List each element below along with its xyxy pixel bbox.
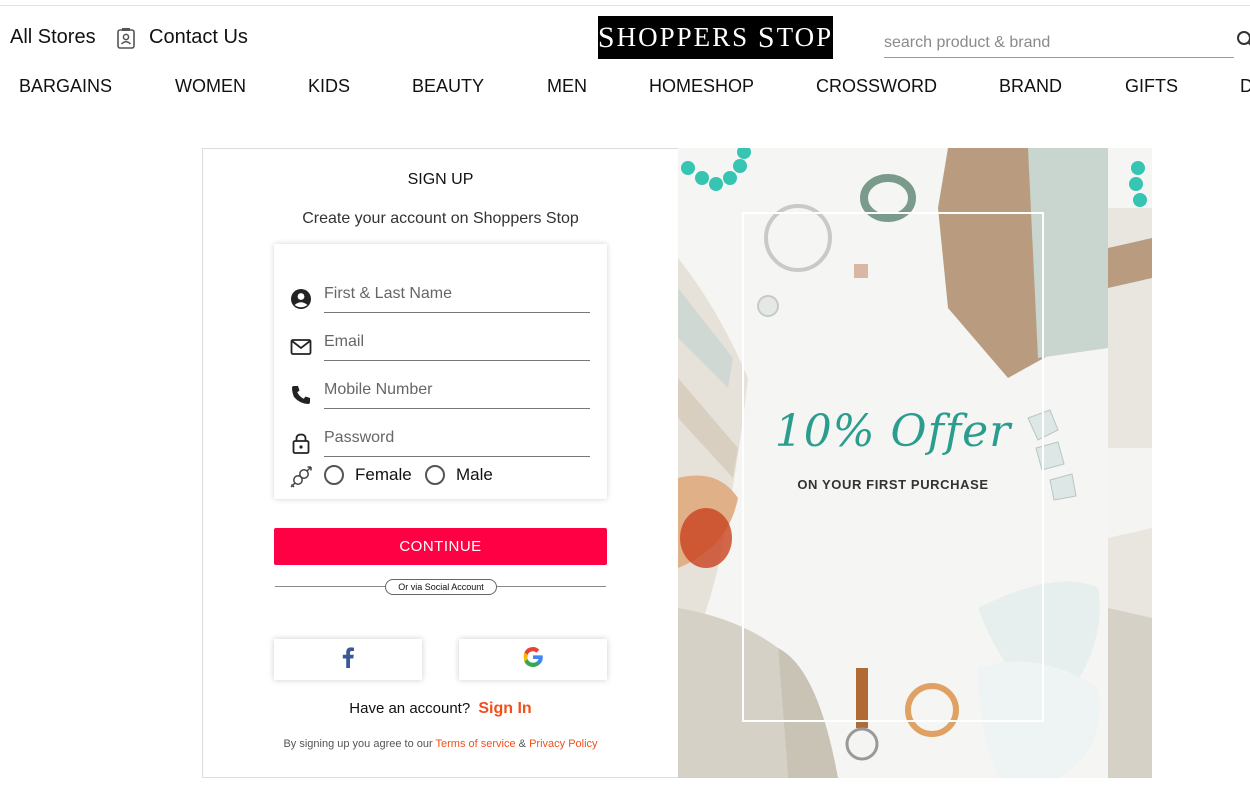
name-input[interactable] (324, 285, 586, 303)
email-field-row (290, 325, 590, 361)
password-underline (324, 421, 590, 457)
nav-item-bargains[interactable]: BARGAINS (19, 76, 112, 97)
nav-item-crossword[interactable]: CROSSWORD (816, 76, 937, 97)
terms-prefix: By signing up you agree to our (283, 738, 433, 750)
logo-word: TOP (776, 22, 834, 52)
facebook-icon (341, 646, 355, 673)
search-icon[interactable] (1236, 30, 1250, 48)
mail-icon (290, 336, 312, 358)
google-login-button[interactable] (459, 639, 607, 680)
terms-row: By signing up you agree to our Terms of … (203, 738, 678, 750)
facebook-login-button[interactable] (274, 639, 422, 680)
logo-letter: S (757, 20, 777, 54)
promo-banner: 10% Offer ON YOUR FIRST PURCHASE (678, 148, 1152, 778)
terms-of-service-link[interactable]: Terms of service (436, 738, 516, 750)
all-stores-label: All Stores (10, 26, 96, 48)
all-stores-link[interactable]: All Stores (10, 26, 96, 49)
nav-item-women[interactable]: WOMEN (175, 76, 246, 97)
sign-in-link[interactable]: Sign In (478, 700, 531, 717)
gender-male-label: Male (456, 465, 493, 484)
nav-item-men[interactable]: MEN (547, 76, 587, 97)
offer-title: 10% Offer (774, 406, 1012, 457)
continue-button[interactable]: CONTINUE (274, 528, 607, 565)
main-nav: BARGAINS WOMEN KIDS BEAUTY MEN HOMESHOP … (0, 76, 1250, 102)
account-circle-icon (290, 288, 312, 310)
gender-female-label: Female (355, 465, 412, 484)
search-input[interactable] (884, 28, 1224, 54)
nav-item-homeshop[interactable]: HOMESHOP (649, 76, 754, 97)
offer-frame (742, 212, 1044, 722)
nav-item-brand[interactable]: BRAND (999, 76, 1062, 97)
phone-icon (290, 384, 312, 406)
terms-ampersand: & (518, 738, 527, 750)
logo-word: HOPPERS (616, 22, 750, 52)
radio-circle[interactable] (324, 465, 344, 485)
gender-female-radio[interactable]: Female (324, 465, 412, 485)
mobile-field-row (290, 373, 590, 409)
signup-title: SIGN UP (407, 171, 474, 188)
name-underline (324, 277, 590, 313)
signup-form-card: Female Male (274, 244, 607, 499)
privacy-policy-link[interactable]: Privacy Policy (529, 738, 597, 750)
social-divider-label: Or via Social Account (385, 579, 497, 595)
contact-card-icon (116, 27, 136, 49)
logo-letter: S (597, 20, 617, 54)
gender-male-radio[interactable]: Male (425, 465, 493, 485)
nav-item-kids[interactable]: KIDS (308, 76, 350, 97)
password-field-row (290, 421, 590, 457)
nav-item-beauty[interactable]: BEAUTY (412, 76, 484, 97)
have-account-row: Have an account? Sign In (203, 700, 678, 718)
name-field-row (290, 277, 590, 313)
radio-circle[interactable] (425, 465, 445, 485)
signup-subtitle: Create your account on Shoppers Stop (302, 210, 579, 227)
contact-us-label: Contact Us (149, 26, 248, 48)
mobile-underline (324, 373, 590, 409)
signup-panel: SIGN UP Create your account on Shoppers … (202, 148, 679, 778)
shoppers-stop-logo[interactable]: S HOPPERS S TOP (598, 16, 833, 59)
contact-us-link[interactable]: Contact Us (116, 26, 248, 49)
google-icon (522, 646, 544, 673)
nav-item-gifts[interactable]: GIFTS (1125, 76, 1178, 97)
top-divider (0, 5, 1250, 6)
offer-subtitle: ON YOUR FIRST PURCHASE (797, 477, 989, 492)
password-input[interactable] (324, 429, 586, 447)
lock-icon (290, 432, 312, 454)
gender-icon (290, 466, 312, 488)
have-account-text: Have an account? (349, 700, 471, 717)
email-underline (324, 325, 590, 361)
gender-row: Female Male (290, 465, 590, 489)
email-input[interactable] (324, 333, 586, 351)
nav-item-more[interactable]: D (1240, 76, 1250, 97)
mobile-input[interactable] (324, 381, 586, 399)
search-bar (884, 28, 1234, 58)
